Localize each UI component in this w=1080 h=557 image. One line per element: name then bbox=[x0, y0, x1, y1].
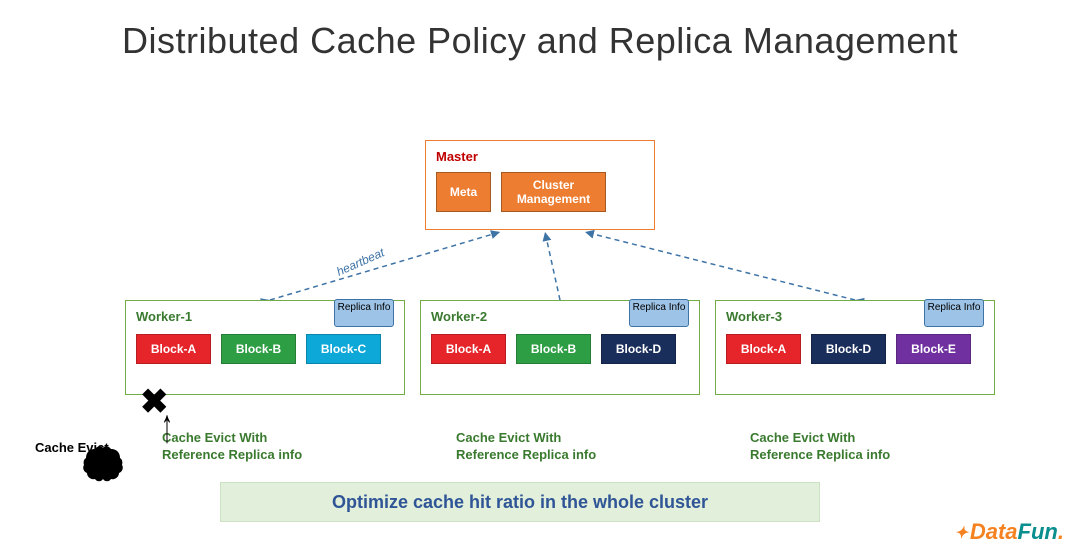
meta-box: Meta bbox=[436, 172, 491, 212]
evict-caption-3: Cache Evict With Reference Replica info bbox=[750, 430, 890, 464]
logo-part-2: Fun bbox=[1018, 519, 1058, 544]
worker-1: Worker-1 Replica Info Block-A Block-B Bl… bbox=[125, 300, 405, 395]
replica-info-badge: Replica Info bbox=[334, 299, 394, 327]
cluster-management-box: Cluster Management bbox=[501, 172, 606, 212]
block-c: Block-C bbox=[306, 334, 381, 364]
cache-evict-illustration: ✖ ↑ Cache Evict bbox=[40, 390, 185, 500]
page-title: Distributed Cache Policy and Replica Man… bbox=[0, 20, 1080, 62]
evict-caption-2: Cache Evict With Reference Replica info bbox=[456, 430, 596, 464]
block-d: Block-D bbox=[811, 334, 886, 364]
block-a: Block-A bbox=[431, 334, 506, 364]
block-e: Block-E bbox=[896, 334, 971, 364]
datafun-logo: ✦DataFun. bbox=[954, 519, 1064, 545]
logo-part-1: Data bbox=[970, 519, 1018, 544]
block-d: Block-D bbox=[601, 334, 676, 364]
block-a: Block-A bbox=[136, 334, 211, 364]
block-a: Block-A bbox=[726, 334, 801, 364]
heartbeat-label: heartbeat bbox=[334, 245, 386, 278]
block-b: Block-B bbox=[516, 334, 591, 364]
master-node: Master Meta Cluster Management bbox=[425, 140, 655, 230]
logo-dot: . bbox=[1058, 519, 1064, 544]
worker-3: Worker-3 Replica Info Block-A Block-D Bl… bbox=[715, 300, 995, 395]
brain-icon bbox=[82, 445, 124, 485]
logo-sparkle-icon: ✦ bbox=[954, 523, 967, 543]
block-b: Block-B bbox=[221, 334, 296, 364]
replica-info-badge: Replica Info bbox=[924, 299, 984, 327]
replica-info-badge: Replica Info bbox=[629, 299, 689, 327]
master-label: Master bbox=[436, 149, 644, 164]
worker-2: Worker-2 Replica Info Block-A Block-B Bl… bbox=[420, 300, 700, 395]
arrow-up-icon: ↑ bbox=[161, 403, 173, 451]
optimize-statement: Optimize cache hit ratio in the whole cl… bbox=[220, 482, 820, 522]
